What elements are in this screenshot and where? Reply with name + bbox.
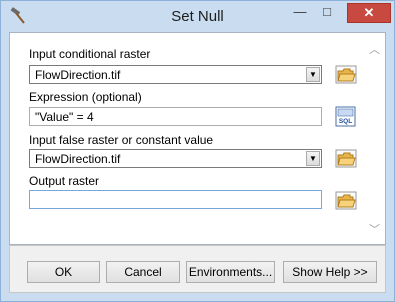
chevron-down-icon[interactable]: ▼ [306,151,320,166]
button-bar: OK Cancel Environments... Show Help >> [9,245,386,293]
minimize-icon[interactable]: — [287,3,313,23]
input-conditional-raster-combo[interactable]: FlowDirection.tif ▼ [29,65,322,84]
folder-open-icon[interactable] [335,190,357,210]
input-false-raster-label: Input false raster or constant value [29,133,214,147]
ok-button[interactable]: OK [27,261,100,283]
folder-open-icon[interactable] [335,148,357,168]
show-help-button[interactable]: Show Help >> [283,261,377,283]
close-icon[interactable]: ✕ [347,3,391,23]
chevron-down-icon[interactable]: ﹀ [369,221,380,237]
environments-button[interactable]: Environments... [186,261,275,283]
input-conditional-raster-label: Input conditional raster [29,47,151,61]
title-bar[interactable]: Set Null — □ ✕ [1,1,394,31]
sql-icon-text: SQL [339,118,352,125]
set-null-dialog: Set Null — □ ✕ Input conditional raster … [0,0,395,302]
expression-value: "Value" = 4 [35,110,94,124]
output-raster-input[interactable] [29,190,322,209]
cancel-button[interactable]: Cancel [106,261,180,283]
input-false-raster-combo[interactable]: FlowDirection.tif ▼ [29,149,322,168]
output-raster-label: Output raster [29,174,100,188]
expression-input[interactable]: "Value" = 4 [29,107,322,126]
input-false-raster-value: FlowDirection.tif [35,152,121,166]
input-conditional-raster-value: FlowDirection.tif [35,68,121,82]
chevron-down-icon[interactable]: ▼ [306,67,320,82]
vertical-scrollbar[interactable]: ︿ ﹀ [365,35,384,242]
sql-icon[interactable]: SQL [335,106,356,127]
expression-label: Expression (optional) [29,90,142,104]
folder-open-icon[interactable] [335,64,357,84]
parameters-panel: Input conditional raster FlowDirection.t… [9,32,386,245]
chevron-up-icon[interactable]: ︿ [369,41,380,57]
maximize-icon[interactable]: □ [314,3,340,23]
